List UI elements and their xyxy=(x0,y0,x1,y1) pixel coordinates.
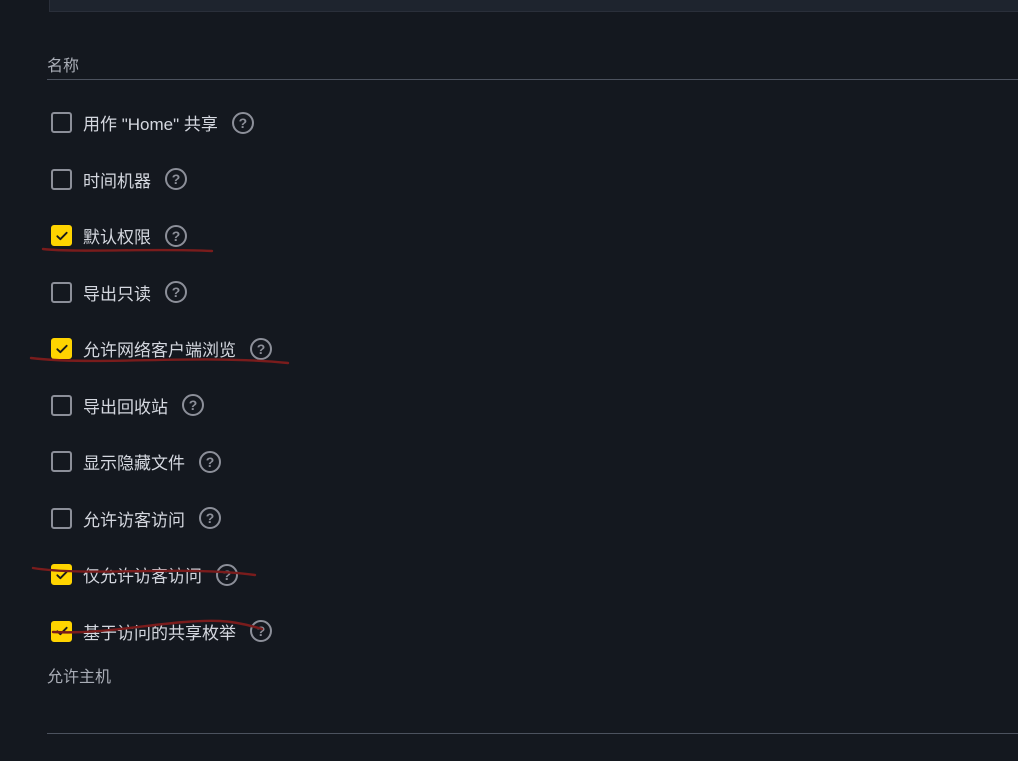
help-icon[interactable]: ? xyxy=(165,281,187,303)
checkbox-access-based-share-enum[interactable] xyxy=(51,621,72,642)
option-row-show-hidden-files: 显示隐藏文件? xyxy=(51,449,1018,474)
help-icon[interactable]: ? xyxy=(165,225,187,247)
options-list: 用作 "Home" 共享?时间机器?默认权限?导出只读?允许网络客户端浏览?导出… xyxy=(51,110,1018,644)
check-icon xyxy=(55,624,69,638)
checkbox-allow-guest-access[interactable] xyxy=(51,508,72,529)
allow-hosts-field-underline xyxy=(47,733,1018,734)
help-icon[interactable]: ? xyxy=(165,168,187,190)
help-icon[interactable]: ? xyxy=(216,564,238,586)
name-field-label: 名称 xyxy=(47,52,79,76)
allow-hosts-field-label: 允许主机 xyxy=(47,663,111,687)
option-label: 用作 "Home" 共享 xyxy=(83,110,218,135)
checkbox-default-permissions[interactable] xyxy=(51,225,72,246)
checkbox-time-machine[interactable] xyxy=(51,169,72,190)
help-icon[interactable]: ? xyxy=(250,338,272,360)
checkbox-export-recycle-bin[interactable] xyxy=(51,395,72,416)
checkbox-use-as-home-share[interactable] xyxy=(51,112,72,133)
option-row-time-machine: 时间机器? xyxy=(51,167,1018,192)
name-field-underline xyxy=(47,79,1018,80)
help-icon[interactable]: ? xyxy=(199,451,221,473)
help-icon[interactable]: ? xyxy=(250,620,272,642)
checkbox-show-hidden-files[interactable] xyxy=(51,451,72,472)
checkbox-allow-network-clients-browse[interactable] xyxy=(51,338,72,359)
check-icon xyxy=(55,568,69,582)
option-label: 默认权限 xyxy=(83,223,151,248)
option-row-access-based-share-enum: 基于访问的共享枚举? xyxy=(51,619,1018,644)
check-icon xyxy=(55,229,69,243)
option-label: 允许网络客户端浏览 xyxy=(83,336,236,361)
option-row-use-as-home-share: 用作 "Home" 共享? xyxy=(51,110,1018,135)
option-label: 允许访客访问 xyxy=(83,506,185,531)
option-label: 基于访问的共享枚举 xyxy=(83,619,236,644)
option-row-default-permissions: 默认权限? xyxy=(51,223,1018,248)
help-icon[interactable]: ? xyxy=(199,507,221,529)
header-bar-fragment xyxy=(49,0,1018,12)
option-row-export-recycle-bin: 导出回收站? xyxy=(51,393,1018,418)
option-row-allow-guest-access: 允许访客访问? xyxy=(51,506,1018,531)
option-label: 时间机器 xyxy=(83,167,151,192)
checkbox-guest-access-only[interactable] xyxy=(51,564,72,585)
option-label: 仅允许访客访问 xyxy=(83,562,202,587)
help-icon[interactable]: ? xyxy=(232,112,254,134)
option-label: 导出回收站 xyxy=(83,393,168,418)
option-row-guest-access-only: 仅允许访客访问? xyxy=(51,562,1018,587)
option-label: 导出只读 xyxy=(83,280,151,305)
option-label: 显示隐藏文件 xyxy=(83,449,185,474)
check-icon xyxy=(55,342,69,356)
checkbox-export-read-only[interactable] xyxy=(51,282,72,303)
help-icon[interactable]: ? xyxy=(182,394,204,416)
option-row-export-read-only: 导出只读? xyxy=(51,280,1018,305)
option-row-allow-network-clients-browse: 允许网络客户端浏览? xyxy=(51,336,1018,361)
